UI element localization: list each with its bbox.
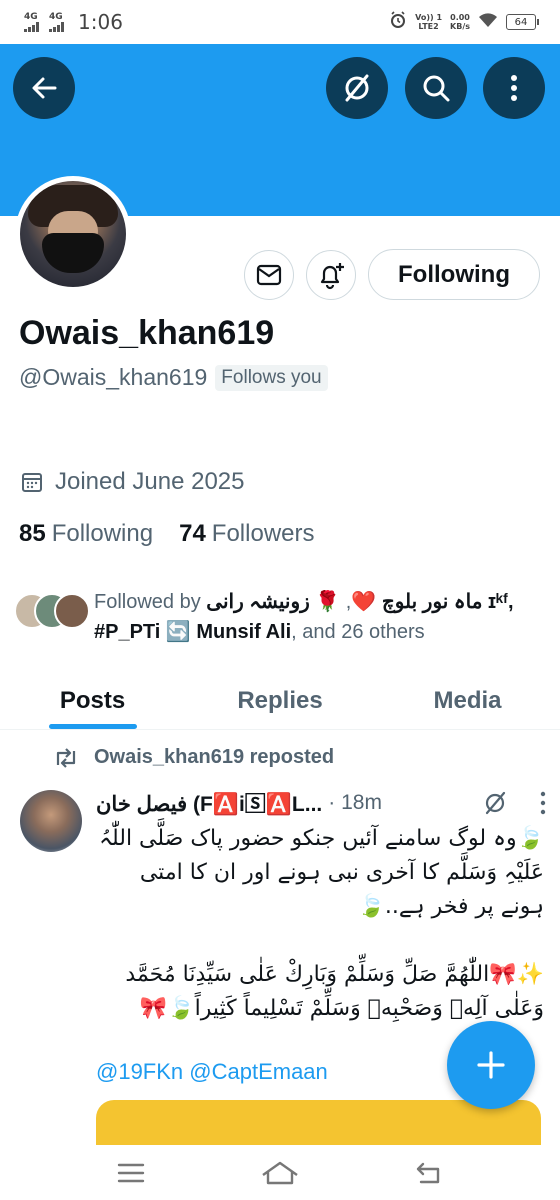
tab-posts[interactable]: Posts bbox=[0, 672, 185, 729]
no-eye-icon bbox=[345, 74, 369, 102]
more-options-button[interactable] bbox=[483, 57, 545, 119]
alarm-icon bbox=[389, 10, 407, 34]
message-button[interactable] bbox=[244, 250, 294, 300]
avatar bbox=[54, 593, 90, 629]
more-vertical-icon bbox=[511, 75, 517, 101]
mutual-avatars bbox=[14, 593, 94, 633]
search-icon bbox=[423, 75, 450, 102]
follow-stats: 85 Following 74 Followers bbox=[19, 520, 315, 548]
post-media-preview[interactable] bbox=[96, 1100, 541, 1145]
back-arrow-icon bbox=[32, 77, 57, 99]
post-author-avatar[interactable] bbox=[20, 790, 82, 852]
signal-1: 4G bbox=[24, 12, 39, 32]
joined-date: Joined June 2025 bbox=[21, 468, 245, 496]
volte-indicator: Vo)) 1 LTE2 bbox=[415, 13, 443, 31]
home-icon[interactable] bbox=[260, 1160, 300, 1186]
menu-icon[interactable] bbox=[117, 1162, 145, 1184]
calendar-icon bbox=[22, 473, 42, 492]
repost-indicator: Owais_khan619 reposted bbox=[52, 746, 334, 769]
follows-you-badge: Follows you bbox=[215, 364, 328, 391]
following-stat[interactable]: 85 Following bbox=[19, 520, 153, 548]
post-paragraph: 🍃وہ لوگ سامنے آئیں جنکو حضور پاک صَلَّی … bbox=[99, 826, 544, 919]
following-button[interactable]: Following bbox=[368, 249, 540, 300]
bell-plus-icon bbox=[320, 263, 344, 290]
post-more-icon[interactable] bbox=[540, 790, 546, 816]
followers-stat[interactable]: 74 Followers bbox=[179, 520, 314, 548]
post-paragraph: ✨🎀اللّٰھُمَّ صَلِّ وَسَلِّمْ وَبَارِكْ ع… bbox=[125, 962, 544, 1021]
display-name: Owais_khan619 bbox=[19, 314, 275, 352]
signal-2: 4G bbox=[49, 12, 64, 32]
notifications-button[interactable] bbox=[306, 250, 356, 300]
repost-icon bbox=[56, 747, 76, 768]
back-button[interactable] bbox=[13, 57, 75, 119]
grok-icon[interactable] bbox=[482, 790, 508, 816]
post-text: 🍃وہ لوگ سامنے آئیں جنکو حضور پاک صَلَّی … bbox=[96, 822, 544, 1026]
status-bar: 4G 4G 1:06 Vo)) 1 LTE2 0.00 KB/s 64 bbox=[0, 0, 560, 44]
profile-avatar[interactable] bbox=[15, 176, 131, 292]
post-author-name[interactable]: فیصل خان (F🅰️i🅂🅰️L... bbox=[96, 788, 322, 818]
tab-replies[interactable]: Replies bbox=[185, 672, 375, 729]
followed-by-text: Followed by ماہ نور بلوچ ❤️, 🌹 زونیشہ را… bbox=[94, 591, 514, 643]
post-timestamp: · 18m bbox=[328, 791, 382, 814]
back-icon[interactable] bbox=[415, 1161, 443, 1185]
system-nav-bar bbox=[0, 1145, 560, 1200]
mail-icon bbox=[256, 264, 282, 286]
compose-button[interactable] bbox=[447, 1021, 535, 1109]
grok-button[interactable] bbox=[326, 57, 388, 119]
plus-icon bbox=[477, 1051, 505, 1079]
network-speed: 0.00 KB/s bbox=[450, 13, 470, 31]
user-handle: @Owais_khan619 bbox=[19, 364, 208, 390]
battery-indicator: 64 bbox=[506, 14, 539, 30]
wifi-icon bbox=[478, 11, 498, 33]
handle-row: @Owais_khan619 Follows you bbox=[19, 364, 328, 391]
tab-media[interactable]: Media bbox=[375, 672, 560, 729]
clock: 1:06 bbox=[78, 10, 123, 34]
post-header: فیصل خان (F🅰️i🅂🅰️L... · 18m bbox=[96, 786, 546, 820]
post-mentions[interactable]: @19FKn @CaptEmaan bbox=[96, 1059, 328, 1085]
search-button[interactable] bbox=[405, 57, 467, 119]
profile-tabs: Posts Replies Media bbox=[0, 672, 560, 730]
followed-by[interactable]: Followed by ماہ نور بلوچ ❤️, 🌹 زونیشہ را… bbox=[14, 587, 544, 647]
